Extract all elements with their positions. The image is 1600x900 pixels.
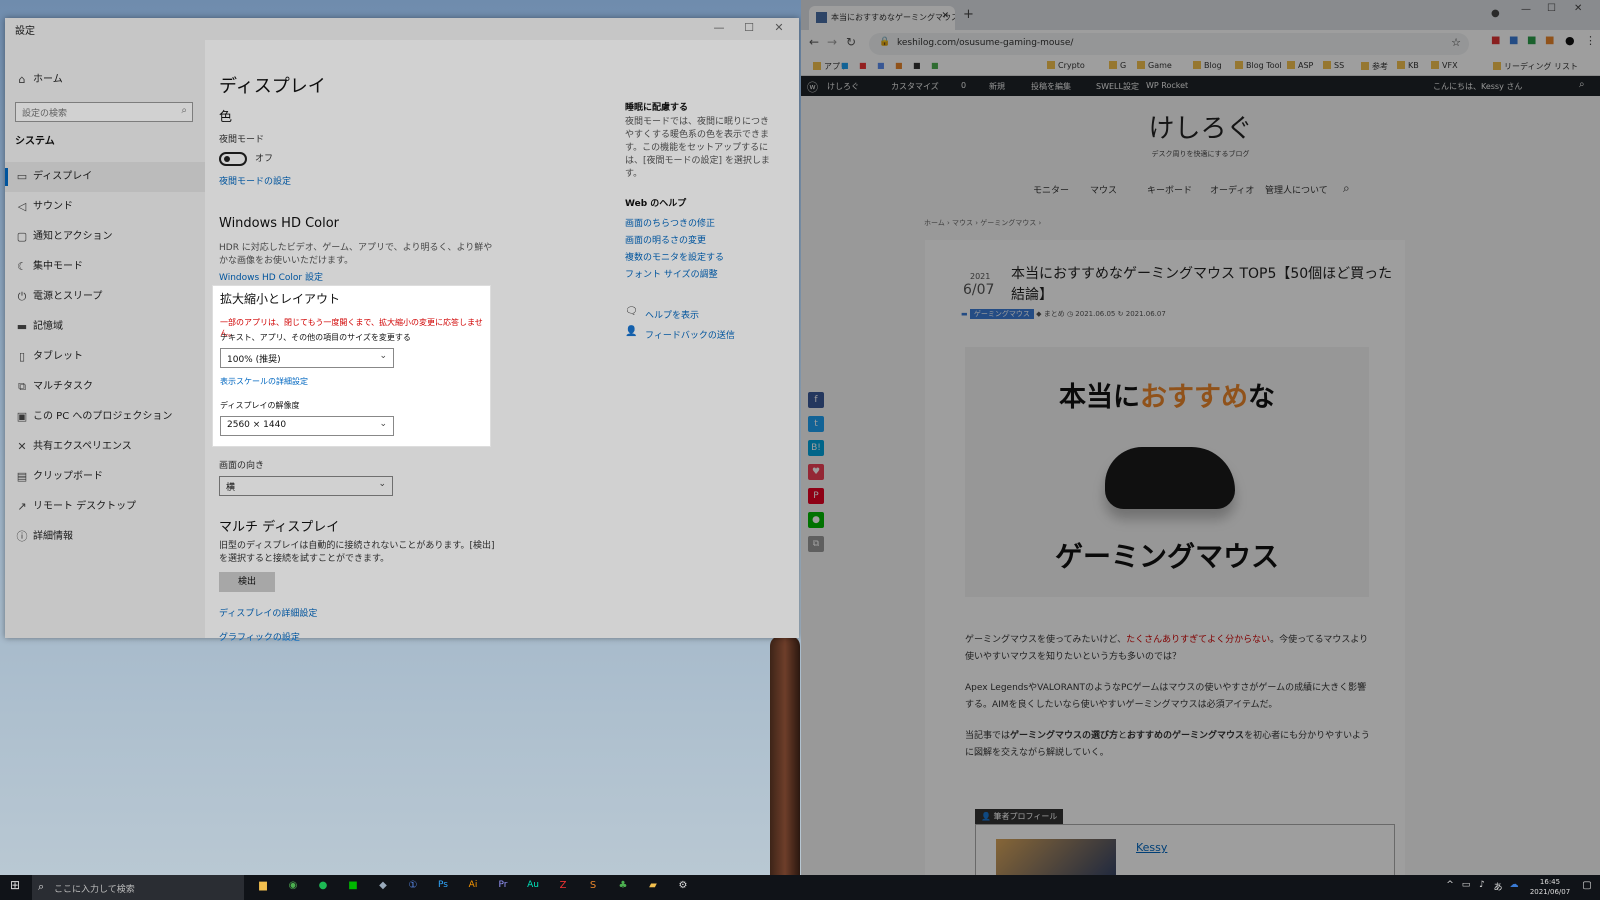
scale-value: 100% (推奨) <box>227 355 281 365</box>
chevron-down-icon: ⌄ <box>379 419 387 429</box>
scale-heading: 拡大縮小とレイアウト <box>220 292 341 306</box>
scale-advanced-link[interactable]: 表示スケールの詳細設定 <box>220 376 308 387</box>
onepassword-icon[interactable]: ① <box>404 880 422 891</box>
resolution-value: 2560 × 1440 <box>227 420 287 430</box>
taskbar-search-placeholder: ここに入力して検索 <box>54 885 135 895</box>
audition-icon[interactable]: Au <box>524 880 542 890</box>
browser-dim-overlay <box>801 0 1600 875</box>
file-explorer-icon[interactable]: ▆ <box>254 880 272 891</box>
windows-start-icon[interactable]: ⊞ <box>6 878 24 892</box>
app-icon[interactable]: ♣ <box>614 880 632 891</box>
steam-icon[interactable]: ◆ <box>374 880 392 891</box>
resolution-select[interactable]: 2560 × 1440 ⌄ <box>220 416 394 436</box>
taskbar: ⊞ ⌕ ここに入力して検索 ▆ ◉ ● ■ ◆ ① Ps Ai Pr Au Z … <box>0 875 1600 900</box>
sublime-icon[interactable]: S <box>584 880 602 891</box>
clock-time: 16:45 <box>1539 878 1561 886</box>
illustrator-icon[interactable]: Ai <box>464 880 482 890</box>
scale-select[interactable]: 100% (推奨) ⌄ <box>220 348 394 368</box>
desktop-wallpaper-pole <box>770 636 800 875</box>
clock-date: 2021/06/07 <box>1529 888 1571 896</box>
scale-label: テキスト、アプリ、その他の項目のサイズを変更する <box>220 333 411 342</box>
premiere-icon[interactable]: Pr <box>494 880 512 890</box>
taskbar-search-input[interactable]: ⌕ ここに入力して検索 <box>32 875 244 900</box>
dim-overlay-bottom <box>5 446 799 638</box>
settings-gear-icon[interactable]: ⚙ <box>674 880 692 891</box>
taskbar-clock[interactable]: 16:45 2021/06/07 <box>1520 877 1580 897</box>
dim-overlay-right <box>490 286 799 446</box>
sticky-notes-icon[interactable]: ▰ <box>644 880 662 891</box>
dim-overlay-top <box>5 18 799 286</box>
scale-layout-highlight: 拡大縮小とレイアウト 一部のアプリは、閉じてもう一度開くまで、拡大縮小の変更に応… <box>213 286 490 446</box>
dim-overlay-left <box>5 286 213 446</box>
line-icon[interactable]: ■ <box>344 880 362 891</box>
spotify-icon[interactable]: ● <box>314 880 332 891</box>
photoshop-icon[interactable]: Ps <box>434 880 452 890</box>
filezilla-icon[interactable]: Z <box>554 880 572 891</box>
notification-icon[interactable]: ▢ <box>1578 880 1596 891</box>
search-icon: ⌕ <box>38 880 45 893</box>
chevron-down-icon: ⌄ <box>379 351 387 361</box>
chrome-icon[interactable]: ◉ <box>284 880 302 891</box>
resolution-label: ディスプレイの解像度 <box>220 401 300 410</box>
